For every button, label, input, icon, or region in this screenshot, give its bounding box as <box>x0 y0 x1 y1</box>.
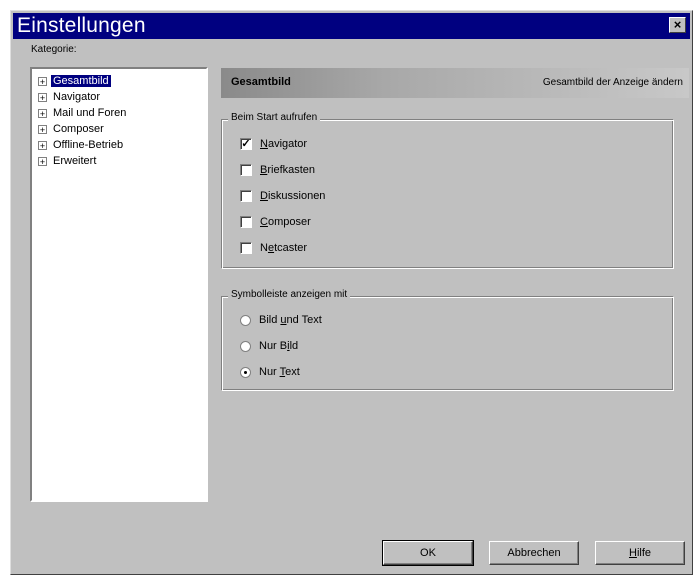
checkbox-briefkasten[interactable]: Briefkasten <box>240 162 315 178</box>
radio-selected-dot-icon <box>244 370 247 374</box>
tree-item-mail-und-foren[interactable]: + Mail und Foren <box>38 105 128 121</box>
checkbox-box[interactable]: ✓ <box>240 138 252 151</box>
tree-item-offline-betrieb[interactable]: + Offline-Betrieb <box>38 137 125 153</box>
check-mark-icon: ✓ <box>241 138 251 151</box>
close-icon: × <box>673 17 682 32</box>
startup-group-legend: Beim Start aufrufen <box>228 112 321 123</box>
checkbox-navigator[interactable]: ✓ Navigator <box>240 136 307 152</box>
tree-item-label: Navigator <box>53 91 101 103</box>
toolbar-group-legend: Symbolleiste anzeigen mit <box>228 289 351 300</box>
tree-item-label: Composer <box>53 123 104 135</box>
tree-item-erweitert[interactable]: + Erweitert <box>38 153 98 169</box>
cancel-button[interactable]: Abbrechen <box>489 541 579 565</box>
window-title: Einstellungen <box>17 14 146 37</box>
radio-nur-text[interactable]: Nur Text <box>240 364 300 380</box>
radio-button[interactable] <box>240 340 251 352</box>
checkbox-diskussionen[interactable]: Diskussionen <box>240 188 325 204</box>
category-tree[interactable]: + Gesamtbild + Navigator + Mail und Foren +… <box>30 67 208 502</box>
checkbox-box[interactable] <box>240 242 252 255</box>
tree-item-label: Mail und Foren <box>53 107 127 119</box>
expand-icon[interactable]: + <box>38 156 47 166</box>
panel-description: Gesamtbild der Anzeige ändern <box>542 77 683 88</box>
radio-bild-und-text[interactable]: Bild und Text <box>240 312 322 328</box>
checkbox-box[interactable] <box>240 216 252 229</box>
expand-icon[interactable]: + <box>38 76 47 86</box>
checkbox-netcaster[interactable]: Netcaster <box>240 240 307 256</box>
help-button[interactable]: Hilfe <box>595 541 685 565</box>
tree-item-gesamtbild[interactable]: + Gesamtbild <box>38 73 111 89</box>
radio-button[interactable] <box>240 366 251 378</box>
toolbar-groupbox: Symbolleiste anzeigen mit Bild und Text … <box>221 289 674 391</box>
title-bar[interactable]: Einstellungen × <box>13 13 690 39</box>
tree-item-navigator[interactable]: + Navigator <box>38 89 102 105</box>
panel-header: Gesamtbild Gesamtbild der Anzeige ändern <box>221 68 689 98</box>
settings-dialog: Einstellungen × Kategorie: + Gesamtbild +… <box>10 10 693 575</box>
expand-icon[interactable]: + <box>38 124 47 134</box>
ok-button[interactable]: OK <box>382 540 474 566</box>
tree-item-label: Offline-Betrieb <box>53 139 124 151</box>
expand-icon[interactable]: + <box>38 140 47 150</box>
category-label: Kategorie: <box>31 44 77 55</box>
tree-item-label: Erweitert <box>53 155 97 167</box>
checkbox-composer[interactable]: Composer <box>240 214 311 230</box>
checkbox-box[interactable] <box>240 190 252 203</box>
expand-icon[interactable]: + <box>38 108 47 118</box>
expand-icon[interactable]: + <box>38 92 47 102</box>
startup-groupbox: Beim Start aufrufen ✓ Navigator Briefkast… <box>221 112 674 269</box>
panel-title: Gesamtbild <box>231 76 291 88</box>
tree-item-composer[interactable]: + Composer <box>38 121 106 137</box>
radio-nur-bild[interactable]: Nur Bild <box>240 338 298 354</box>
close-button[interactable]: × <box>669 17 686 33</box>
tree-item-label: Gesamtbild <box>51 75 111 87</box>
radio-button[interactable] <box>240 314 251 326</box>
checkbox-box[interactable] <box>240 164 252 177</box>
